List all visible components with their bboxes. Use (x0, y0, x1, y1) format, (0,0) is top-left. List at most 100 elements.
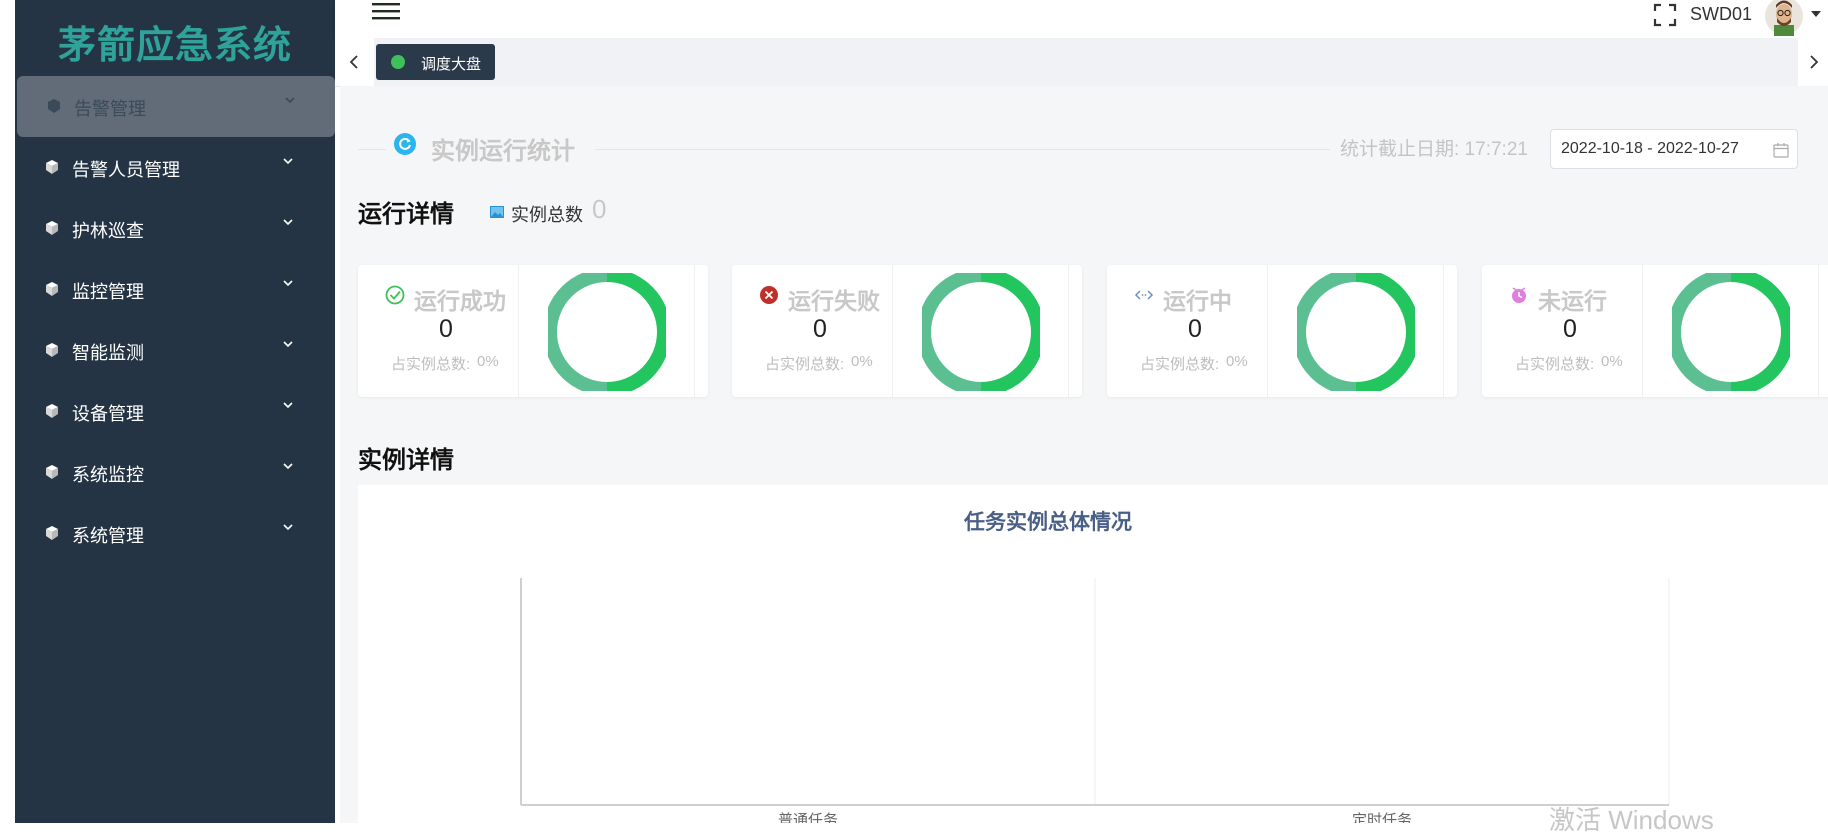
check-circle-icon (385, 285, 405, 305)
calendar-icon (1773, 143, 1789, 158)
card-label: 运行中 (1163, 288, 1232, 314)
sidebar-item-label: 告警管理 (74, 99, 146, 119)
code-icon (1134, 290, 1154, 300)
date-range-value: 2022-10-18 - 2022-10-27 (1561, 140, 1739, 157)
picture-icon (490, 206, 504, 218)
card-value: 0 (439, 315, 453, 343)
divider (1068, 265, 1069, 397)
tab-scroll-left-button[interactable] (340, 38, 374, 86)
x-tick-label: 普通任务 (778, 812, 838, 823)
chevron-down-icon (283, 463, 293, 470)
sidebar-item-system-monitor[interactable]: 系统监控 (15, 442, 335, 503)
divider (1267, 265, 1268, 397)
chevron-down-icon (283, 158, 293, 165)
donut-chart (1672, 273, 1790, 391)
tab-label: 调度大盘 (421, 56, 482, 73)
card-pct: 0% (1226, 353, 1248, 370)
cube-icon (46, 526, 58, 540)
total-instances-value: 0 (592, 194, 607, 224)
cube-icon (48, 99, 60, 113)
chevron-down-icon (283, 219, 293, 226)
divider (595, 149, 1330, 150)
card-pct-label: 占实例总数: (391, 356, 471, 373)
activation-watermark: 激活 Windows (1549, 805, 1714, 835)
card-pct: 0% (1601, 353, 1623, 370)
sidebar-item-system-management[interactable]: 系统管理 (15, 503, 335, 564)
chart-panel: 任务实例总体情况 普通任务 定时任务 (358, 485, 1828, 823)
chevron-down-icon (283, 280, 293, 287)
sidebar-item-label: 告警人员管理 (72, 160, 180, 180)
x-tick-label: 定时任务 (1352, 812, 1412, 823)
card-pct-label: 占实例总数: (765, 356, 845, 373)
clock-icon (1512, 287, 1526, 303)
card-value: 0 (1188, 315, 1202, 343)
sidebar-item-monitor-management[interactable]: 监控管理 (15, 259, 335, 320)
donut-chart (922, 273, 1040, 391)
top-bar: SWD01 (335, 0, 1828, 38)
chevron-down-icon (283, 524, 293, 531)
card-value: 0 (813, 315, 827, 343)
chevron-right-icon (1810, 55, 1819, 69)
tags-scroll-area (340, 38, 1800, 86)
sidebar-item-label: 系统管理 (72, 526, 144, 546)
instance-details-title: 实例详情 (358, 447, 454, 474)
refresh-icon (394, 133, 416, 155)
username[interactable]: SWD01 (1690, 4, 1752, 25)
donut-chart (548, 273, 666, 391)
cube-icon (46, 465, 58, 479)
stats-title: 实例运行统计 (431, 138, 575, 165)
stat-card-running: 运行中 0 占实例总数: 0% (1107, 265, 1457, 397)
chevron-down-icon (283, 341, 293, 348)
card-value: 0 (1563, 315, 1577, 343)
card-pct-label: 占实例总数: (1515, 356, 1595, 373)
bar-chart: 普通任务 定时任务 (520, 578, 1670, 823)
chevron-left-icon (349, 55, 358, 69)
run-details-title: 运行详情 (358, 201, 454, 228)
caret-down-icon[interactable] (1810, 10, 1822, 18)
sidebar-item-forest-patrol[interactable]: 护林巡查 (15, 198, 335, 259)
divider (892, 265, 893, 397)
sidebar-item-label: 护林巡查 (72, 221, 144, 241)
stat-card-not-run: 未运行 0 占实例总数: 0% (1482, 265, 1828, 397)
cube-icon (46, 282, 58, 296)
card-pct: 0% (851, 353, 873, 370)
divider (358, 149, 386, 150)
divider (694, 265, 695, 397)
card-pct: 0% (477, 353, 499, 370)
cube-icon (46, 343, 58, 357)
left-margin (0, 0, 15, 823)
chevron-down-icon (285, 97, 295, 104)
error-circle-icon (760, 286, 778, 304)
deadline-label: 统计截止日期: 17:7:21 (1340, 139, 1528, 160)
divider (1818, 265, 1819, 397)
tab-dispatch-dashboard[interactable]: 调度大盘 (376, 44, 495, 80)
stat-card-failed: 运行失败 0 占实例总数: 0% (732, 265, 1082, 397)
cube-icon (46, 221, 58, 235)
total-instances-label: 实例总数 (511, 205, 583, 225)
tab-scroll-right-button[interactable] (1798, 38, 1828, 86)
stat-card-success: 运行成功 0 占实例总数: 0% (358, 265, 708, 397)
divider (1642, 265, 1643, 397)
sidebar-item-label: 系统监控 (72, 465, 144, 485)
date-range-picker[interactable]: 2022-10-18 - 2022-10-27 (1550, 129, 1798, 169)
card-label: 运行失败 (788, 288, 880, 314)
sidebar-item-label: 智能监测 (72, 343, 144, 363)
sidebar: 茅箭应急系统 告警管理 告警人员管理 护林巡查 监控管理 智能监测 设备管理 系… (15, 0, 335, 823)
app-logo-title: 茅箭应急系统 (57, 25, 292, 67)
fullscreen-icon[interactable] (1653, 3, 1677, 27)
divider (1443, 265, 1444, 397)
sidebar-item-label: 设备管理 (72, 404, 144, 424)
hamburger-menu-icon[interactable] (372, 1, 400, 21)
sidebar-item-label: 监控管理 (72, 282, 144, 302)
card-label: 运行成功 (414, 288, 506, 314)
sidebar-item-alarm-personnel[interactable]: 告警人员管理 (15, 137, 335, 198)
avatar[interactable] (1765, 0, 1803, 36)
card-label: 未运行 (1538, 288, 1607, 314)
sidebar-item-device-management[interactable]: 设备管理 (15, 381, 335, 442)
sidebar-item-smart-detection[interactable]: 智能监测 (15, 320, 335, 381)
cube-icon (46, 404, 58, 418)
donut-chart (1297, 273, 1415, 391)
card-pct-label: 占实例总数: (1140, 356, 1220, 373)
sidebar-item-alarm-management[interactable]: 告警管理 (17, 76, 335, 137)
divider (518, 265, 519, 397)
